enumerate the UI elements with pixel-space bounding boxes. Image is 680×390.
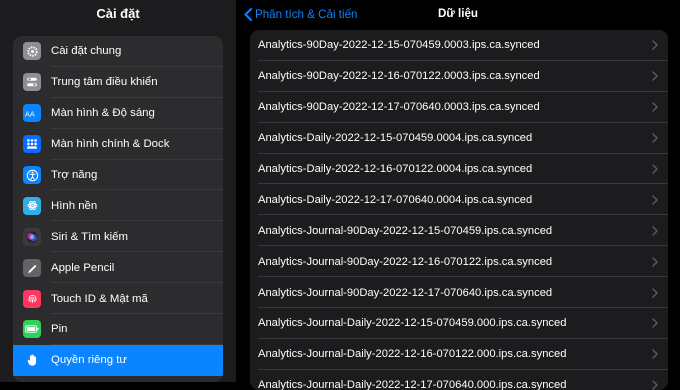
file-list: Analytics-90Day-2022-12-15-070459.0003.i…: [250, 30, 668, 390]
siri-icon: [23, 227, 41, 246]
sidebar-item-battery[interactable]: Pin: [13, 314, 223, 345]
sidebar-item-siri-search[interactable]: Siri & Tìm kiếm: [13, 221, 223, 253]
chevron-right-icon: [652, 349, 658, 360]
sidebar-item-label: Quyền riêng tư: [51, 354, 128, 367]
file-name: Analytics-Journal-Daily-2022-12-16-07012…: [258, 348, 567, 361]
file-name: Analytics-Daily-2022-12-17-070640.0004.i…: [258, 193, 533, 206]
file-name: Analytics-Journal-Daily-2022-12-15-07045…: [258, 317, 567, 330]
sidebar-item-label: Siri & Tìm kiếm: [51, 230, 128, 243]
file-name: Analytics-Journal-Daily-2022-12-17-07064…: [258, 379, 567, 390]
list-item[interactable]: Analytics-Journal-Daily-2022-12-16-07012…: [250, 339, 668, 370]
chevron-right-icon: [652, 164, 658, 174]
list-item[interactable]: Analytics-Daily-2022-12-15-070459.0004.i…: [250, 123, 668, 154]
detail-pane: Phân tích & Cải tiến Dữ liệu Analytics-9…: [236, 0, 680, 390]
sidebar-item-label: Hình nền: [51, 199, 98, 212]
sidebar-item-home-screen-dock[interactable]: Màn hình chính & Dock: [13, 129, 223, 160]
sidebar-item-label: Màn hình & Độ sáng: [51, 107, 155, 120]
pencil-icon: [23, 258, 41, 277]
sidebar-item-general[interactable]: Cài đặt chung: [13, 36, 223, 67]
list-item[interactable]: Analytics-90Day-2022-12-16-070122.0003.i…: [250, 61, 668, 92]
list-item[interactable]: Analytics-Journal-Daily-2022-12-15-07045…: [250, 308, 668, 339]
sidebar-item-apple-pencil[interactable]: Apple Pencil: [13, 252, 223, 284]
file-name: Analytics-90Day-2022-12-17-070640.0003.i…: [258, 101, 540, 114]
svg-text:AA: AA: [25, 111, 35, 119]
list-item[interactable]: Analytics-Journal-90Day-2022-12-16-07012…: [250, 246, 668, 278]
battery-icon: [23, 320, 41, 339]
settings-sidebar: Cài đặt Cài đặt chung Trung tâm điều khi…: [0, 0, 236, 382]
hand-icon: [23, 351, 41, 370]
flower-icon: [23, 196, 41, 215]
settings-list: Cài đặt chung Trung tâm điều khiển AA Mà…: [13, 36, 223, 382]
sidebar-item-label: Trung tâm điều khiển: [51, 76, 158, 89]
file-name: Analytics-90Day-2022-12-15-070459.0003.i…: [258, 39, 540, 52]
list-item[interactable]: Analytics-Journal-Daily-2022-12-17-07064…: [250, 370, 668, 390]
home-grid-icon: [23, 135, 41, 154]
chevron-right-icon: [652, 256, 658, 267]
list-item[interactable]: Analytics-Journal-90Day-2022-12-15-07045…: [250, 215, 668, 247]
chevron-right-icon: [652, 40, 658, 51]
sidebar-item-control-center[interactable]: Trung tâm điều khiển: [13, 67, 223, 98]
file-name: Analytics-Journal-90Day-2022-12-17-07064…: [258, 286, 553, 299]
list-item[interactable]: Analytics-Daily-2022-12-17-070640.0004.i…: [250, 184, 668, 216]
sidebar-item-display-brightness[interactable]: AA Màn hình & Độ sáng: [13, 98, 223, 129]
file-name: Analytics-Journal-90Day-2022-12-16-07012…: [258, 255, 553, 268]
sidebar-item-label: Apple Pencil: [51, 261, 115, 274]
sidebar-item-label: Pin: [51, 323, 68, 336]
sidebar-item-privacy[interactable]: Quyền riêng tư: [13, 344, 223, 376]
chevron-right-icon: [652, 133, 658, 143]
sidebar-item-label: Trợ năng: [51, 169, 98, 181]
file-name: Analytics-Daily-2022-12-16-070122.0004.i…: [258, 163, 533, 175]
toggle-icon: [23, 73, 41, 92]
file-name: Analytics-Daily-2022-12-15-070459.0004.i…: [258, 132, 533, 145]
chevron-right-icon: [652, 287, 658, 298]
list-item[interactable]: Analytics-Daily-2022-12-16-070122.0004.i…: [250, 154, 668, 185]
file-name: Analytics-Journal-90Day-2022-12-15-07045…: [258, 224, 553, 237]
list-item[interactable]: Analytics-90Day-2022-12-15-070459.0003.i…: [250, 30, 668, 61]
accessibility-icon: [23, 166, 41, 184]
list-item[interactable]: Analytics-Journal-90Day-2022-12-17-07064…: [250, 277, 668, 309]
chevron-right-icon: [652, 102, 658, 112]
sidebar-item-touch-id-passcode[interactable]: Touch ID & Mật mã: [13, 283, 223, 315]
chevron-right-icon: [652, 226, 658, 236]
sidebar-title: Cài đặt: [96, 6, 140, 21]
text-size-icon: AA: [23, 104, 41, 123]
sidebar-item-accessibility[interactable]: Trợ năng: [13, 160, 223, 191]
file-name: Analytics-90Day-2022-12-16-070122.0003.i…: [258, 70, 540, 83]
chevron-right-icon: [652, 318, 658, 329]
sidebar-item-label: Touch ID & Mật mã: [51, 292, 148, 305]
chevron-right-icon: [652, 71, 658, 82]
list-item[interactable]: Analytics-90Day-2022-12-17-070640.0003.i…: [250, 92, 668, 123]
sidebar-item-wallpaper[interactable]: Hình nền: [13, 190, 223, 222]
sidebar-item-label: Màn hình chính & Dock: [51, 138, 170, 151]
navigation-bar: Phân tích & Cải tiến Dữ liệu: [236, 0, 680, 28]
page-title: Dữ liệu: [438, 7, 478, 20]
fingerprint-icon: [23, 289, 41, 308]
chevron-right-icon: [652, 195, 658, 205]
sidebar-item-label: Cài đặt chung: [51, 45, 122, 58]
gear-icon: [23, 42, 41, 61]
